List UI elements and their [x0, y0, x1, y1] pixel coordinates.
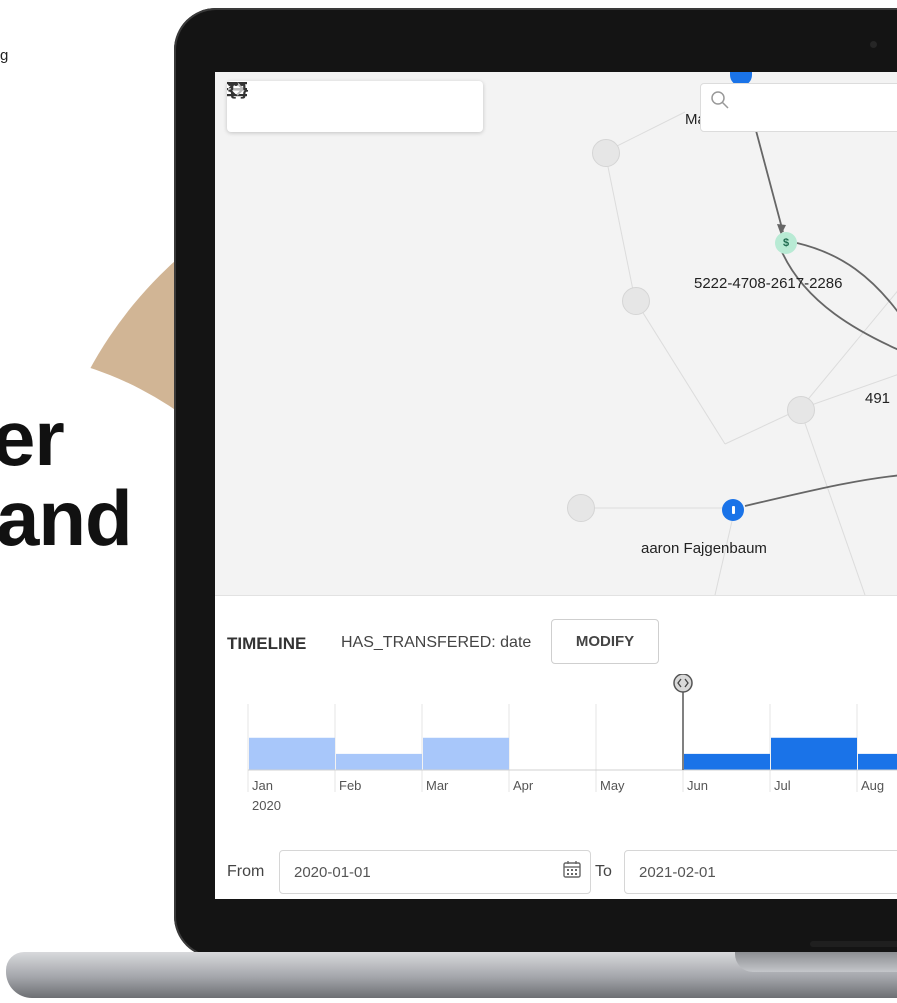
timeline-property: HAS_TRANSFERED: date — [341, 634, 532, 651]
search-icon — [711, 91, 729, 109]
month-label: May — [600, 778, 625, 793]
forward-button[interactable] — [228, 82, 373, 125]
timeline-bar — [858, 753, 897, 770]
from-date-field[interactable]: 2020-01-01 — [279, 850, 591, 894]
timeline-bar — [249, 737, 335, 770]
headline: er and e — [0, 394, 133, 638]
timeline-bar — [336, 753, 422, 770]
person-icon — [731, 506, 735, 514]
timeline-panel: TIMELINE HAS_TRANSFERED: date MODIFY Jan… — [215, 595, 897, 899]
month-label: Jul — [774, 778, 791, 793]
range-handle-knob[interactable] — [673, 674, 693, 693]
marketing-stage: g er and e — [0, 0, 897, 1003]
node-label: 5222-4708-2617-2286 — [694, 275, 843, 292]
app-screen: $ Mark Jordana 5222-4708-2617-2286 491 a… — [215, 72, 897, 899]
laptop-hinge — [810, 941, 897, 947]
timeline-title: TIMELINE — [227, 634, 307, 653]
person-node[interactable] — [722, 499, 744, 521]
from-date-value: 2020-01-01 — [294, 864, 371, 881]
back-button[interactable] — [227, 82, 325, 125]
month-label: Mar — [426, 778, 449, 793]
cropped-text-fragment: g — [0, 47, 9, 64]
graph-edges — [575, 77, 897, 595]
to-label: To — [595, 863, 612, 880]
month-label: Jun — [687, 778, 708, 793]
card-node[interactable]: $ — [775, 232, 797, 254]
to-date-value: 2021-02-01 — [639, 864, 716, 881]
node-label: aaron Fajgenbaum — [641, 540, 767, 557]
timeline-bar — [684, 753, 770, 770]
graph-canvas[interactable]: $ Mark Jordana 5222-4708-2617-2286 491 a… — [215, 72, 897, 595]
graph-toolbar: {} — [227, 81, 483, 132]
more-horizontal-icon — [228, 82, 244, 86]
search-box[interactable] — [700, 83, 897, 132]
year-label: 2020 — [252, 798, 281, 813]
headline-line-3: e — [0, 558, 132, 638]
month-label: Feb — [339, 778, 362, 793]
headline-line-2: and — [0, 474, 133, 562]
month-label: Aug — [861, 778, 885, 793]
graph-node[interactable] — [787, 396, 815, 424]
dollar-icon: $ — [782, 237, 790, 249]
graph-node[interactable] — [567, 494, 595, 522]
query-editor-button[interactable]: {} — [227, 81, 421, 125]
timeline-bar — [423, 737, 509, 770]
graph-node[interactable] — [592, 139, 620, 167]
to-date-field[interactable]: 2021-02-01 — [624, 850, 897, 894]
node-label: 491 — [865, 390, 891, 407]
calendar-icon[interactable] — [563, 860, 581, 878]
month-label: Jan — [252, 778, 273, 793]
modify-button[interactable]: MODIFY — [551, 619, 659, 664]
camera-dot — [870, 41, 877, 48]
timeline-bar — [771, 737, 857, 770]
from-label: From — [227, 863, 265, 880]
timeline-histogram[interactable] — [215, 674, 897, 794]
headline-line-1: er — [0, 394, 65, 482]
more-options-button[interactable] — [228, 82, 469, 125]
graph-node[interactable] — [622, 287, 650, 315]
month-label: Apr — [513, 778, 534, 793]
date-range-row: From 2020-01-01 2021-02-01 — [215, 848, 897, 898]
laptop-base-notch — [735, 952, 897, 972]
